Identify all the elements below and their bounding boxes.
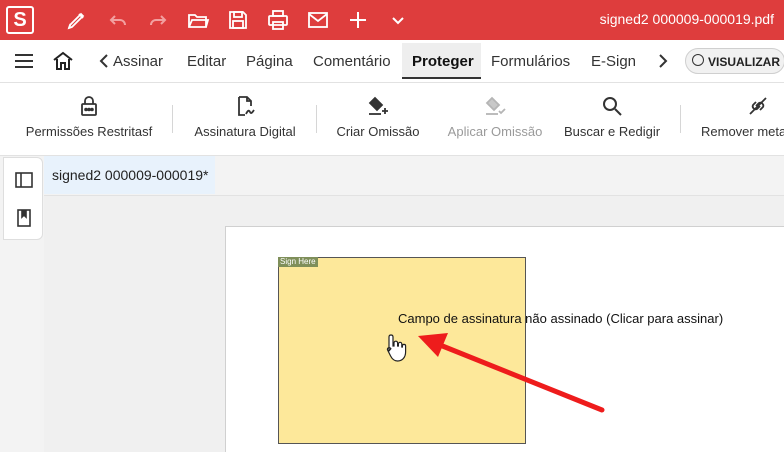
print-icon[interactable]	[266, 8, 290, 32]
menu-item-editar[interactable]: Editar	[187, 53, 226, 70]
menu-item-esign[interactable]: E-Sign	[591, 53, 636, 70]
radio-icon	[692, 54, 704, 66]
menu-item-proteger[interactable]: Proteger	[412, 53, 474, 70]
search-and-redact-button[interactable]: Buscar e Redigir	[560, 91, 664, 149]
mail-icon[interactable]	[306, 8, 330, 32]
chevron-right-icon[interactable]	[651, 49, 675, 73]
hand-cursor-icon	[383, 332, 407, 364]
menu-item-assinar[interactable]: Assinar	[113, 53, 169, 70]
chevron-down-icon[interactable]	[386, 8, 410, 32]
menu-item-comentario[interactable]: Comentário	[313, 53, 391, 70]
ribbon-divider	[172, 105, 173, 133]
menu-bar: Assinar Editar Página Comentário Protege…	[0, 40, 784, 83]
save-icon[interactable]	[226, 8, 250, 32]
menu-item-pagina[interactable]: Página	[246, 53, 293, 70]
sign-here-tag: Sign Here	[278, 257, 318, 267]
create-redaction-label: Criar Omissão	[336, 124, 420, 139]
side-panel	[3, 157, 43, 240]
create-redaction-button[interactable]: Criar Omissão	[330, 91, 426, 149]
restricted-permissions-label: Permissões Restritasf	[25, 124, 153, 139]
undo-icon[interactable]	[106, 8, 130, 32]
open-folder-icon[interactable]	[186, 8, 210, 32]
search-and-redact-label: Buscar e Redigir	[563, 124, 661, 139]
remove-metadata-label: Remover meta	[701, 124, 784, 139]
redo-icon[interactable]	[146, 8, 170, 32]
ribbon-divider	[680, 105, 681, 133]
redaction-create-icon	[368, 96, 388, 115]
panel-toggle-icon[interactable]	[14, 170, 34, 190]
digital-signature-button[interactable]: Assinatura Digital	[190, 91, 300, 149]
remove-metadata-button[interactable]: Remover meta	[696, 91, 784, 149]
home-icon[interactable]	[51, 49, 75, 73]
remove-metadata-icon	[749, 97, 767, 115]
app-logo[interactable]: S	[6, 6, 34, 34]
restricted-permissions-button[interactable]: Permissões Restritasf	[22, 91, 156, 149]
apply-redaction-button[interactable]: Aplicar Omissão	[442, 91, 548, 149]
document-tab[interactable]: signed2 000009-000019*	[44, 156, 215, 194]
digital-signature-label: Assinatura Digital	[194, 124, 296, 139]
visualizar-toggle[interactable]: VISUALIZAR	[685, 48, 784, 74]
ribbon-divider	[316, 105, 317, 133]
document-tab-label: signed2 000009-000019*	[52, 167, 209, 183]
pen-icon[interactable]	[65, 8, 89, 32]
hamburger-menu-icon[interactable]	[12, 49, 36, 73]
apply-redaction-label: Aplicar Omissão	[447, 124, 543, 139]
signature-tooltip: Campo de assinatura não assinado (Clicar…	[398, 311, 724, 326]
search-icon	[603, 97, 622, 116]
add-icon[interactable]	[346, 8, 370, 32]
lock-icon	[81, 96, 97, 116]
document-title: signed2 000009-000019.pdf	[599, 11, 774, 27]
ribbon-toolbar: Permissões Restritasf Assinatura Digital…	[0, 83, 784, 156]
menu-item-formularios[interactable]: Formulários	[491, 53, 570, 70]
visualizar-label: VISUALIZAR	[708, 55, 780, 69]
signature-document-icon	[238, 96, 255, 116]
bookmark-icon[interactable]	[14, 208, 34, 228]
redaction-apply-icon	[485, 96, 506, 115]
title-bar: S signed2 000009-000019.pdf	[0, 0, 784, 40]
